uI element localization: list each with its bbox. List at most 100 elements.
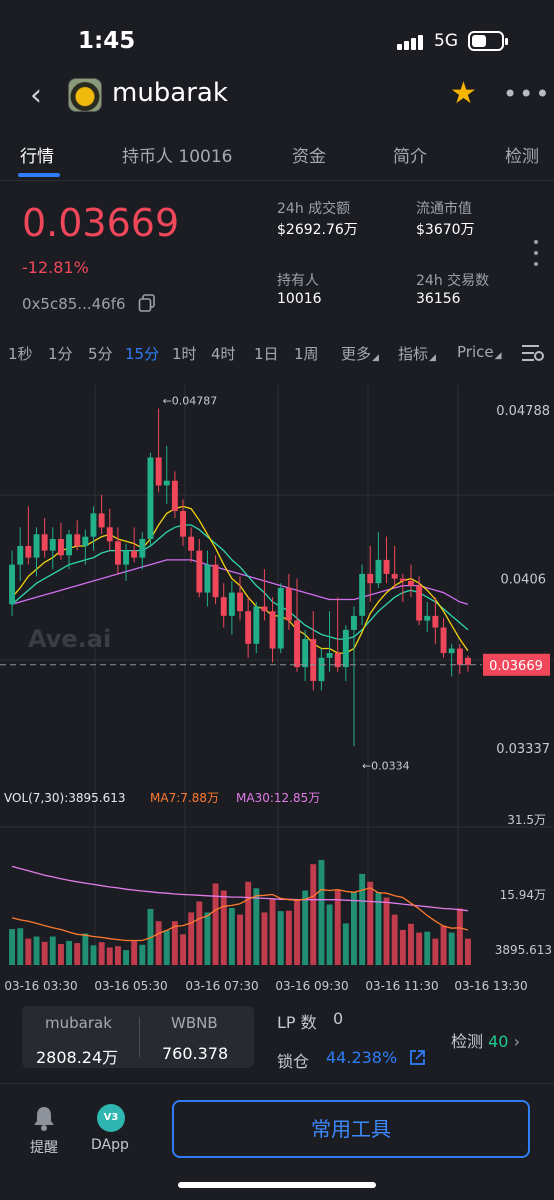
volume-header: VOL(7,30):3895.613 <box>4 791 126 805</box>
tab-detect[interactable]: 检测 <box>505 142 539 167</box>
volume-bar <box>318 859 325 965</box>
volume-bar <box>245 881 252 965</box>
volume-bar <box>220 890 227 965</box>
interval-more[interactable]: 更多◢ <box>341 343 379 364</box>
external-link-icon[interactable] <box>409 1049 426 1066</box>
stat-value: $2692.76万 <box>277 222 358 238</box>
volume-ma7-label: MA7:7.88万 <box>150 791 219 805</box>
more-icon[interactable]: ••• <box>503 80 551 108</box>
candle <box>318 657 325 682</box>
volume-bar <box>204 912 211 965</box>
volume-bar <box>98 942 105 965</box>
candle <box>74 534 81 546</box>
candle <box>326 653 333 658</box>
volume-bar <box>155 921 162 965</box>
volume-bar <box>342 923 349 965</box>
tab-holders[interactable]: 持币人 10016 <box>122 142 232 167</box>
interval-1d[interactable]: 1日 <box>254 343 279 364</box>
volume-bar <box>359 873 366 965</box>
copy-icon[interactable] <box>138 294 156 312</box>
volume-bar <box>17 928 24 965</box>
stat-value: 10016 <box>277 291 322 307</box>
stat-label: 24h 交易数 <box>416 273 490 289</box>
volume-bar <box>106 947 113 965</box>
stats-more-icon[interactable] <box>532 238 540 268</box>
volume-bar <box>416 932 423 965</box>
dapp-icon[interactable]: V3 <box>97 1104 125 1132</box>
candle <box>285 587 292 621</box>
common-tools-button[interactable]: 常用工具 <box>172 1100 530 1158</box>
volume-bar <box>432 938 439 965</box>
volume-bar <box>253 888 260 965</box>
current-price: 0.03669 <box>22 201 180 245</box>
candle <box>253 606 260 644</box>
indicator-dropdown[interactable]: 指标◢ <box>398 343 436 364</box>
token-name: mubarak <box>112 78 228 108</box>
chart-settings-icon[interactable] <box>521 343 545 363</box>
volume-bar <box>391 914 398 965</box>
volume-bar <box>90 945 97 965</box>
interval-1w[interactable]: 1周 <box>294 343 319 364</box>
interval-4h[interactable]: 4时 <box>211 343 236 364</box>
volume-bar <box>49 936 56 965</box>
back-icon[interactable]: ‹ <box>30 78 42 113</box>
volume-axis-label: 15.94万 <box>500 888 546 902</box>
lock-value[interactable]: 44.238% <box>326 1048 397 1067</box>
candle <box>440 627 447 654</box>
star-icon[interactable]: ★ <box>450 76 477 111</box>
candle <box>359 573 366 616</box>
volume-bar <box>285 910 292 965</box>
x-axis-label: 03-16 05:30 <box>94 979 167 990</box>
volume-bar <box>424 931 431 965</box>
nav-alert-label: 提醒 <box>30 1140 58 1156</box>
stat-label: 24h 成交额 <box>277 201 351 217</box>
tab-funds[interactable]: 资金 <box>292 142 326 167</box>
candle <box>204 564 211 593</box>
volume-bar <box>196 901 203 965</box>
detect-link[interactable]: 检测 40 › <box>451 1028 520 1052</box>
volume-bar <box>9 929 15 965</box>
volume-bar <box>294 899 300 965</box>
price-chart[interactable]: Ave.ai 0.04788 0.0406 0.03337 0.03669 ←0.047… <box>0 385 554 990</box>
bell-icon[interactable] <box>31 1104 57 1132</box>
pair-separator <box>139 1017 140 1057</box>
candle <box>155 457 162 486</box>
interval-15m[interactable]: 15分 <box>125 343 159 364</box>
stat-value: 36156 <box>416 291 461 307</box>
tab-market[interactable]: 行情 <box>20 142 54 167</box>
interval-5m[interactable]: 5分 <box>88 343 113 364</box>
candle <box>212 564 219 598</box>
volume-bar <box>408 923 414 965</box>
volume-bar <box>375 892 382 965</box>
candle <box>424 615 431 621</box>
detect-score: 40 <box>488 1032 509 1051</box>
candle <box>25 546 32 558</box>
candle <box>220 597 227 616</box>
lp-value: 0 <box>333 1009 344 1028</box>
price-dropdown[interactable]: Price◢ <box>457 343 502 361</box>
interval-1s[interactable]: 1秒 <box>8 343 33 364</box>
volume-axis-label: 31.5万 <box>507 813 546 827</box>
price-axis-label: 0.0406 <box>501 573 547 588</box>
candle <box>58 539 64 556</box>
tab-intro[interactable]: 简介 <box>393 142 427 167</box>
interval-1h[interactable]: 1时 <box>172 343 197 364</box>
lp-label: LP 数 <box>277 1013 317 1032</box>
candle <box>375 559 382 584</box>
token-logo <box>68 78 102 112</box>
candle <box>294 620 300 668</box>
price-mode-label: Price <box>457 343 494 361</box>
divider <box>0 180 554 181</box>
volume-bar <box>82 933 89 965</box>
x-axis-label: 03-16 11:30 <box>365 979 438 990</box>
bottom-nav-divider <box>0 1083 554 1084</box>
volume-bar <box>269 899 276 965</box>
volume-bar <box>302 890 309 965</box>
volume-bar <box>139 944 146 965</box>
x-axis-label: 03-16 07:30 <box>185 979 258 990</box>
interval-1m[interactable]: 1分 <box>48 343 73 364</box>
candle <box>408 580 414 586</box>
candle <box>147 457 154 539</box>
current-price-tag-label: 0.03669 <box>489 659 543 674</box>
candle <box>342 629 349 668</box>
